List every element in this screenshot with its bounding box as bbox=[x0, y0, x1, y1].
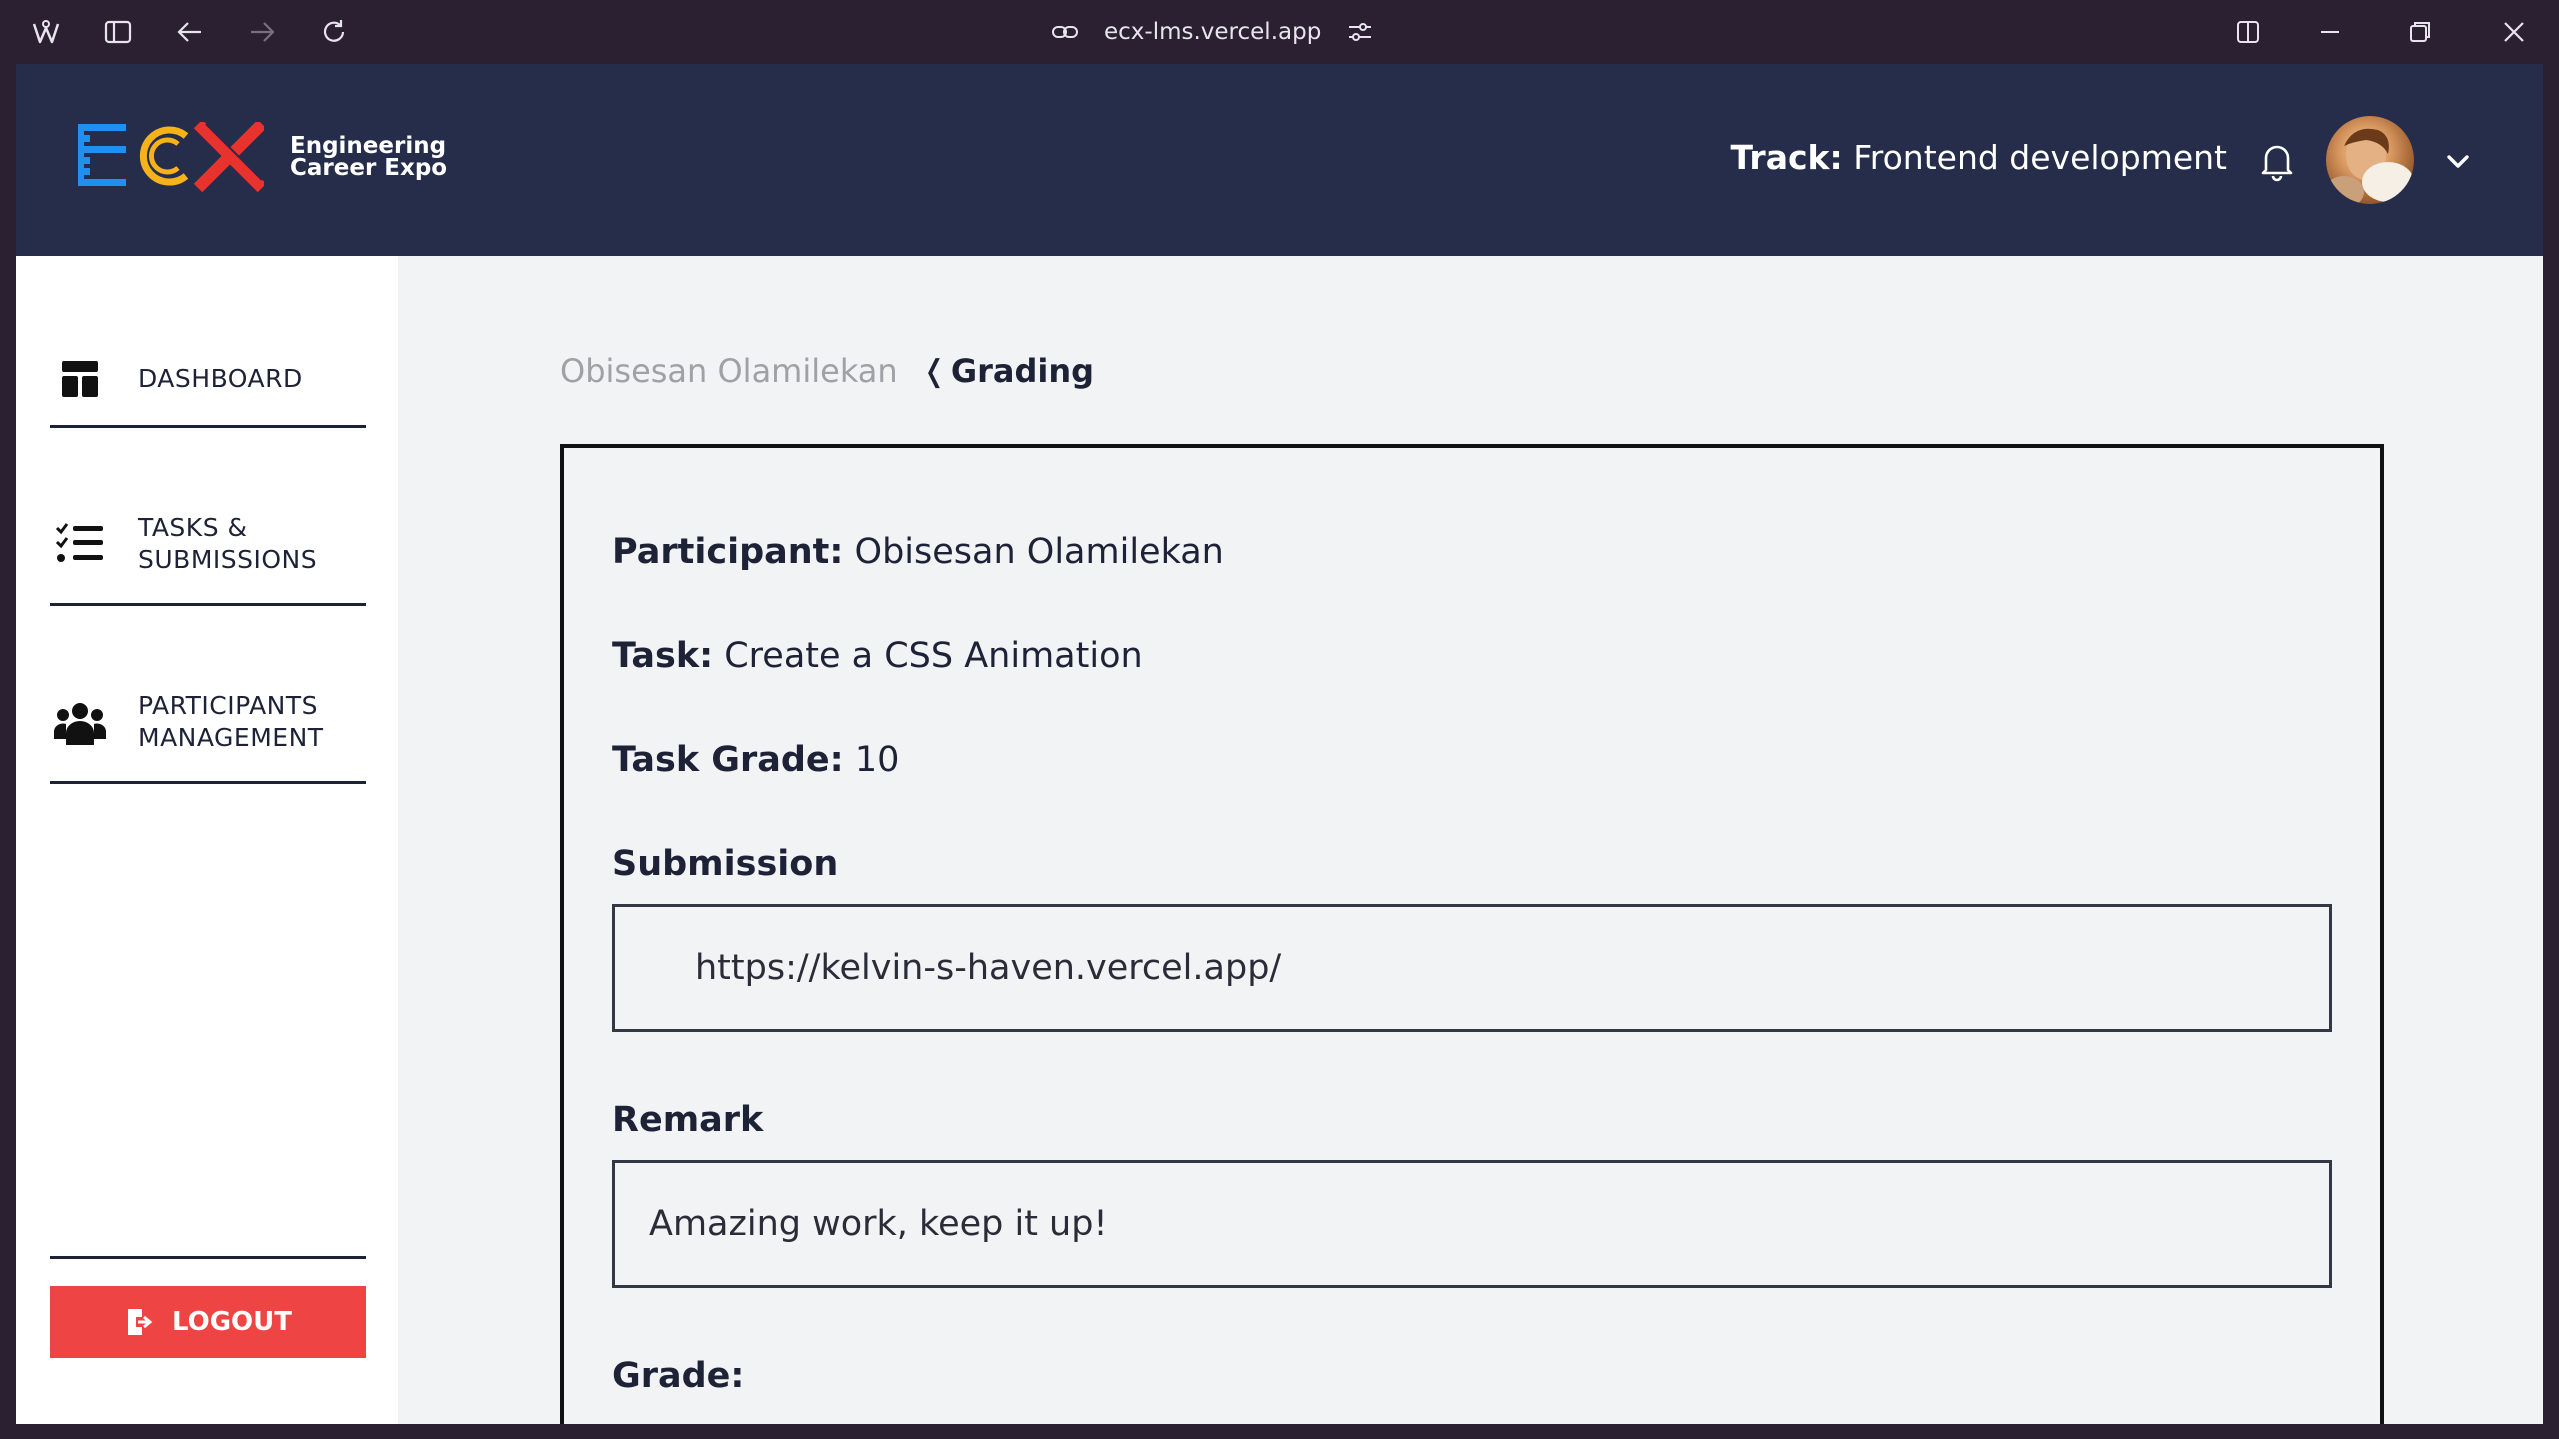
submission-link-box[interactable]: https://kelvin-s-haven.vercel.app/ bbox=[612, 904, 2332, 1032]
logout-button[interactable]: LOGOUT bbox=[50, 1286, 366, 1358]
ecx-logo[interactable]: Engineering Career Expo bbox=[78, 122, 447, 192]
app-window: Engineering Career Expo Track: Frontend … bbox=[16, 64, 2543, 1424]
sidebar-item-dashboard[interactable]: DASHBOARD bbox=[50, 332, 366, 428]
participant-row: Participant: Obisesan Olamilekan bbox=[612, 532, 1224, 572]
sidebar-label-line1: PARTICIPANTS bbox=[138, 690, 319, 720]
logo-subtitle: Engineering Career Expo bbox=[290, 133, 448, 181]
notification-bell-icon[interactable] bbox=[2254, 138, 2300, 184]
sidebar-label-line2: SUBMISSIONS bbox=[138, 544, 318, 574]
sidebar-label-line1: DASHBOARD bbox=[138, 363, 303, 393]
sidebar-item-participants-management[interactable]: PARTICIPANTS MANAGEMENT bbox=[50, 662, 366, 784]
participant-label: Participant: bbox=[612, 532, 844, 572]
address-bar[interactable]: ecx-lms.vercel.app bbox=[1050, 12, 1380, 52]
sidebar-label-line2: MANAGEMENT bbox=[138, 722, 324, 752]
users-icon bbox=[50, 699, 110, 745]
back-icon[interactable] bbox=[170, 12, 210, 52]
ecx-logo-mark bbox=[78, 122, 264, 192]
grade-label: Grade: bbox=[612, 1356, 745, 1396]
logo-subtitle-line1: Engineering bbox=[290, 133, 447, 159]
task-label: Task: bbox=[612, 636, 714, 676]
browser-logo-icon[interactable] bbox=[26, 12, 66, 52]
submission-label: Submission bbox=[612, 844, 839, 884]
site-settings-icon[interactable] bbox=[1345, 17, 1375, 47]
submission-heading: Submission bbox=[612, 844, 838, 884]
dashboard-icon bbox=[50, 359, 110, 399]
sidebar-item-tasks-submissions[interactable]: TASKS & SUBMISSIONS bbox=[50, 484, 366, 606]
sidebar-item-label: DASHBOARD bbox=[138, 363, 303, 395]
sidebar-divider bbox=[50, 1256, 366, 1259]
link-icon bbox=[1052, 26, 1078, 38]
sidebar-item-label: PARTICIPANTS MANAGEMENT bbox=[138, 690, 324, 754]
browser-chrome: ecx-lms.vercel.app bbox=[0, 0, 2559, 64]
track-label: Track: bbox=[1730, 138, 1843, 177]
track-indicator: Track: Frontend development bbox=[1731, 138, 2227, 177]
user-avatar[interactable] bbox=[2326, 116, 2414, 204]
remark-field[interactable]: Amazing work, keep it up! bbox=[612, 1160, 2332, 1288]
remark-label: Remark bbox=[612, 1100, 764, 1140]
sidebar-item-label: TASKS & SUBMISSIONS bbox=[138, 512, 317, 576]
logo-subtitle-line2: Career Expo bbox=[290, 155, 448, 181]
chevron-down-icon[interactable] bbox=[2440, 144, 2476, 180]
grade-heading: Grade: bbox=[612, 1356, 744, 1396]
sidebar-label-line1: TASKS & bbox=[138, 512, 248, 542]
track-value: Frontend development bbox=[1853, 138, 2227, 177]
split-view-icon[interactable] bbox=[2228, 12, 2268, 52]
url-text[interactable]: ecx-lms.vercel.app bbox=[1104, 19, 1321, 45]
task-row: Task: Create a CSS Animation bbox=[612, 636, 1143, 676]
breadcrumb-current: Grading bbox=[950, 352, 1095, 390]
submission-link[interactable]: https://kelvin-s-haven.vercel.app/ bbox=[695, 948, 1281, 988]
logout-icon bbox=[127, 1309, 153, 1335]
breadcrumb-separator-icon: ❬ bbox=[921, 353, 947, 389]
sidebar-toggle-icon[interactable] bbox=[98, 12, 138, 52]
close-icon[interactable] bbox=[2494, 12, 2534, 52]
app-header: Engineering Career Expo Track: Frontend … bbox=[16, 64, 2543, 256]
task-grade-row: Task Grade: 10 bbox=[612, 740, 899, 780]
remark-text[interactable]: Amazing work, keep it up! bbox=[649, 1204, 1108, 1244]
breadcrumb-participant-link[interactable]: Obisesan Olamilekan bbox=[560, 352, 898, 390]
breadcrumb: Obisesan Olamilekan ❬ Grading bbox=[560, 352, 1094, 390]
task-value: Create a CSS Animation bbox=[724, 636, 1143, 676]
reload-icon[interactable] bbox=[314, 12, 354, 52]
task-grade-value: 10 bbox=[854, 740, 900, 780]
task-list-icon bbox=[50, 522, 110, 566]
forward-icon[interactable] bbox=[242, 12, 282, 52]
remark-heading: Remark bbox=[612, 1100, 763, 1140]
logout-label: LOGOUT bbox=[171, 1307, 293, 1337]
sidebar: DASHBOARD TASKS & SUBMISSIONS PARTICIPAN… bbox=[16, 256, 398, 1424]
task-grade-label: Task Grade: bbox=[612, 740, 844, 780]
minimize-icon[interactable] bbox=[2310, 12, 2350, 52]
participant-value: Obisesan Olamilekan bbox=[854, 532, 1224, 572]
grading-card: Participant: Obisesan Olamilekan Task: C… bbox=[560, 444, 2384, 1424]
restore-icon[interactable] bbox=[2400, 12, 2440, 52]
